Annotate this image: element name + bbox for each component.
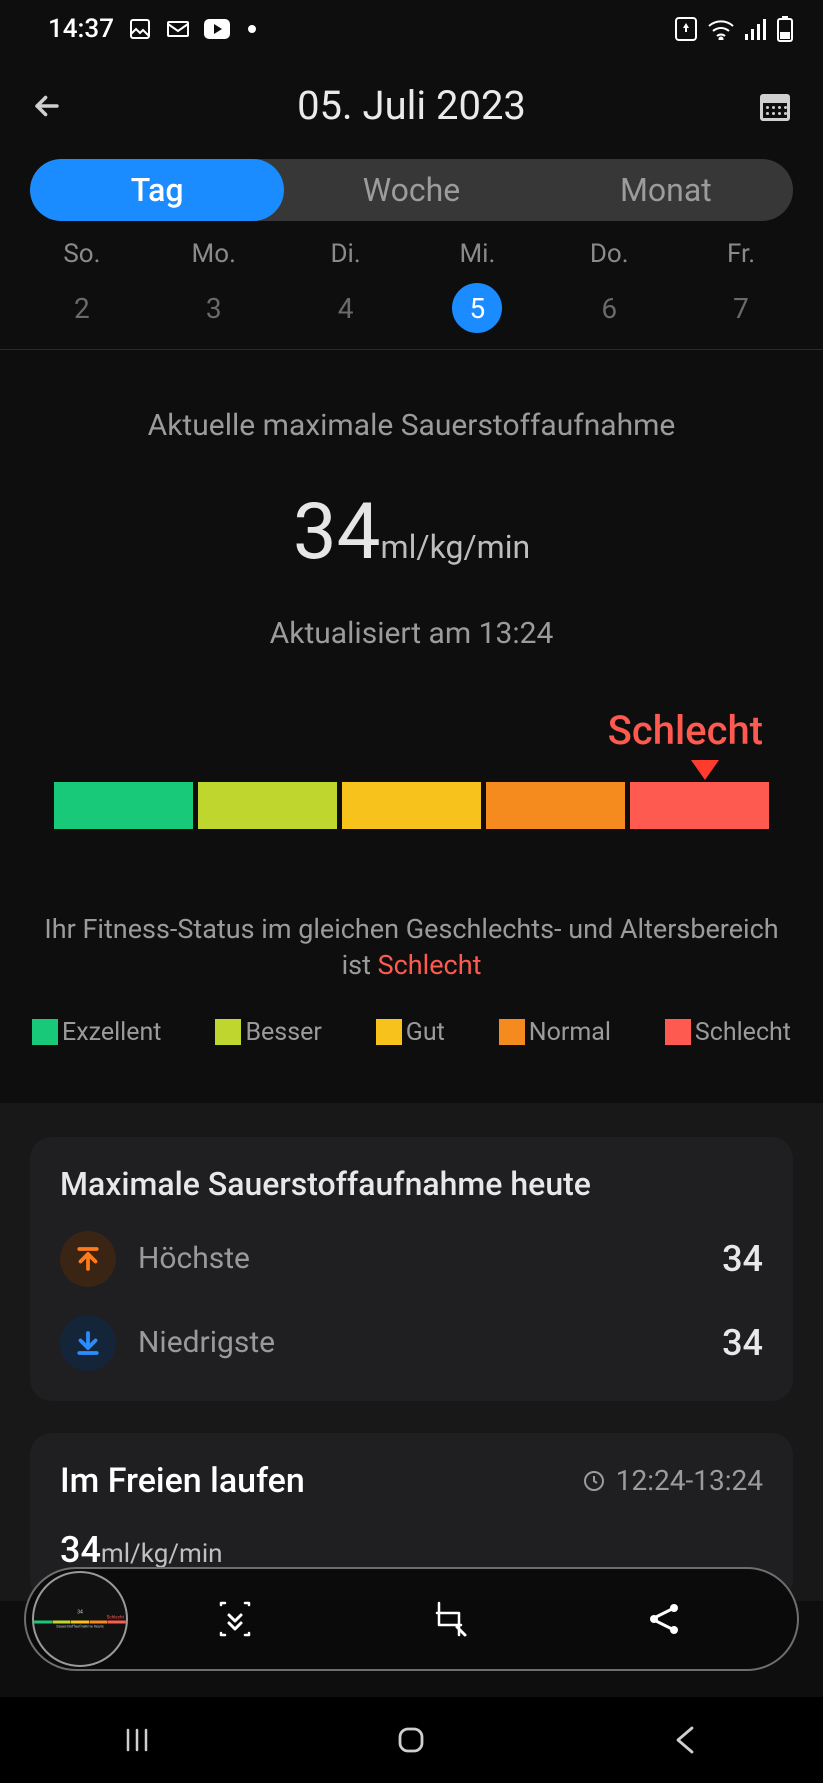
vo2-updated: Aktualisiert am 13:24 [30,616,793,651]
clock-icon [582,1469,606,1493]
legend-label: Gut [406,1018,445,1047]
rating-legend: Exzellent Besser Gut Normal Schlecht [0,1018,823,1047]
row-lowest: Niedrigste 34 [60,1315,763,1371]
rating-seg-good [342,782,481,829]
mail-icon [166,17,190,41]
row-label: Niedrigste [138,1325,722,1360]
rating-seg-excellent [54,782,193,829]
battery-icon [777,16,793,42]
day-abbr: So. [63,239,100,269]
day-abbr: Mo. [192,239,236,269]
back-button[interactable] [30,89,74,123]
legend-sw-bad [665,1019,691,1045]
row-label: Höchste [138,1241,722,1276]
day-abbr: Do. [590,239,629,269]
image-icon [128,17,152,41]
calendar-button[interactable] [749,88,793,124]
status-bar: 14:37 [0,0,823,54]
day-selector: So. 2 Mo. 3 Di. 4 Mi. 5 Do. 6 Fr. 7 [0,221,823,333]
legend-label: Schlecht [695,1018,791,1047]
tab-week[interactable]: Woche [284,159,538,221]
nav-back-button[interactable] [668,1722,704,1758]
activity-time: 12:24-13:24 [582,1464,763,1497]
today-card-title: Maximale Sauerstoffaufnahme heute [60,1165,763,1203]
youtube-icon [204,19,230,39]
tab-day[interactable]: Tag [30,159,284,221]
rating-seg-bad [630,782,769,829]
panel-area: Maximale Sauerstoffaufnahme heute Höchst… [0,1103,823,1601]
status-value: Schlecht [378,949,482,981]
vo2-title: Aktuelle maximale Sauerstoffaufnahme [30,408,793,443]
day-col[interactable]: So. 2 [16,239,148,333]
app-header: 05. Juli 2023 [0,54,823,153]
day-num: 4 [321,283,371,333]
arrow-down-icon [60,1315,116,1371]
home-button[interactable] [393,1722,429,1758]
day-abbr: Mi. [459,239,495,269]
rating-seg-normal [486,782,625,829]
day-col[interactable]: Di. 4 [280,239,412,333]
day-col[interactable]: Do. 6 [543,239,675,333]
today-vo2-card: Maximale Sauerstoffaufnahme heute Höchst… [30,1137,793,1401]
vo2-unit: ml/kg/min [381,528,531,566]
day-num: 7 [716,283,766,333]
dot-icon [248,25,256,33]
activity-time-text: 12:24-13:24 [616,1464,763,1497]
period-tabs: Tag Woche Monat [30,159,793,221]
recent-apps-button[interactable] [119,1722,155,1758]
rating-bar [54,782,769,829]
legend-sw-normal [499,1019,525,1045]
android-navbar [0,1697,823,1783]
rating-section: Schlecht [0,707,823,829]
day-col[interactable]: Mo. 3 [148,239,280,333]
legend-label: Normal [529,1018,611,1047]
row-highest: Höchste 34 [60,1231,763,1287]
legend-sw-better [215,1019,241,1045]
rating-seg-better [198,782,337,829]
vo2-section: Aktuelle maximale Sauerstoffaufnahme 34m… [0,350,823,651]
row-value: 34 [722,1238,763,1280]
activity-title: Im Freien laufen [60,1461,305,1501]
day-col[interactable]: Fr. 7 [675,239,807,333]
activity-value-unit: ml/kg/min [101,1539,223,1569]
rating-label: Schlecht [54,707,769,754]
legend-sw-excellent [32,1019,58,1045]
wifi-icon [707,18,735,40]
day-col[interactable]: Mi. 5 [411,239,543,333]
legend-label: Besser [245,1018,321,1047]
day-num: 5 [452,283,502,333]
activity-value-num: 34 [60,1529,101,1571]
day-abbr: Di. [330,239,360,269]
day-num: 3 [189,283,239,333]
recycle-icon [675,17,697,41]
status-time: 14:37 [48,14,114,44]
page-title: 05. Juli 2023 [74,82,749,129]
screenshot-thumbnail[interactable]: 34 Schlecht Sauerstoffaufnahme heute [32,1571,128,1667]
signal-icon [745,18,767,40]
scroll-capture-button[interactable] [215,1599,255,1639]
legend-sw-good [376,1019,402,1045]
activity-value: 34ml/kg/min [60,1529,763,1571]
row-value: 34 [722,1322,763,1364]
crop-edit-button[interactable] [429,1599,469,1639]
day-abbr: Fr. [727,239,755,269]
rating-marker [54,760,769,780]
screenshot-toolbar: 34 Schlecht Sauerstoffaufnahme heute [24,1567,799,1671]
day-num: 2 [57,283,107,333]
share-button[interactable] [644,1599,684,1639]
vo2-value: 34 [293,487,381,578]
arrow-up-icon [60,1231,116,1287]
tab-month[interactable]: Monat [539,159,793,221]
fitness-status-text: Ihr Fitness-Status im gleichen Geschlech… [0,911,823,984]
day-num: 6 [584,283,634,333]
legend-label: Exzellent [62,1018,161,1047]
